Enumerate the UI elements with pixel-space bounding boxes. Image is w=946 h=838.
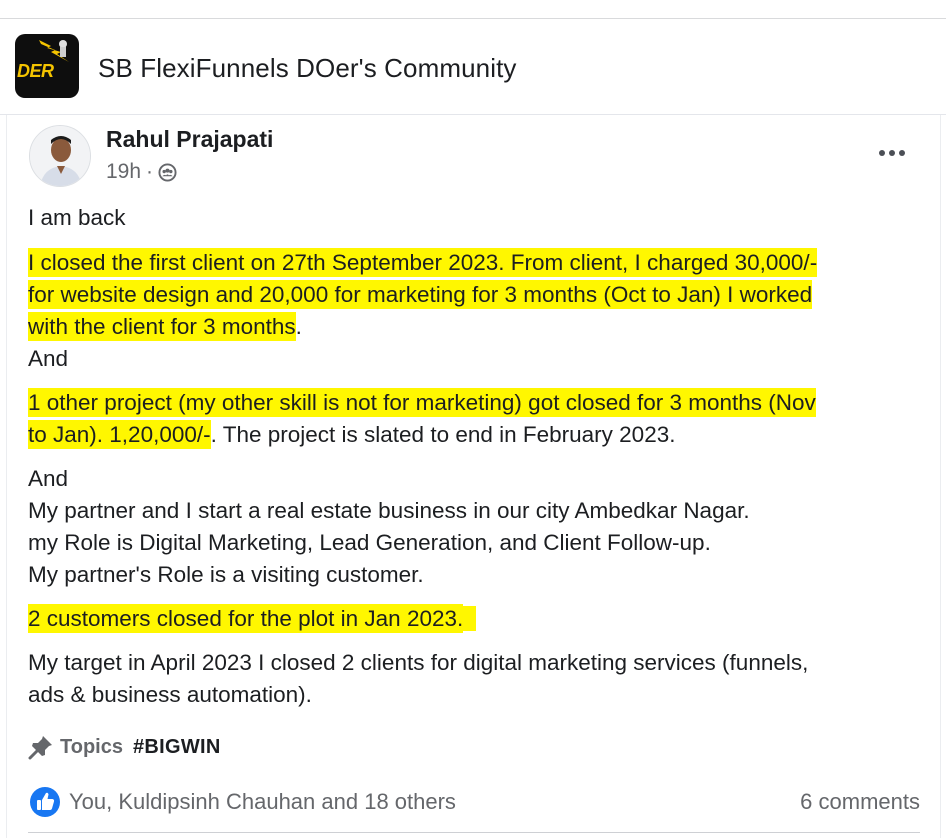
post-text-line: My target in April 2023 I closed 2 clien… [28,650,809,675]
group-name[interactable]: SB FlexiFunnels DOer's Community [98,53,517,84]
post-text-line: with the client for 3 months. [28,311,302,343]
author-avatar[interactable] [29,125,91,187]
post-text-line: 2 customers closed for the plot in Jan 2… [28,603,476,635]
comments-count[interactable]: 6 comments [800,789,920,815]
post-time[interactable]: 19h [106,160,141,184]
post-meta: 19h · [106,160,177,184]
highlighted-text: with the client for 3 months [28,312,296,341]
post-text-line: My partner and I start a real estate bus… [28,498,750,523]
highlighted-text: 2 customers closed for the plot in Jan 2… [28,604,464,633]
post-text-fragment: . The project is slated to end in Februa… [210,422,676,447]
more-dot [899,150,905,156]
topics-label: Topics [60,735,123,758]
group-header: DER SB FlexiFunnels DOer's Community [0,19,946,115]
topic-tag-link[interactable]: #BIGWIN [133,736,221,759]
post-text-line: 1 other project (my other skill is not f… [28,387,816,419]
post-text-line: And [28,466,69,491]
reactions-row[interactable]: You, Kuldipsinh Chauhan and 18 others [30,787,456,817]
group-avatar-text: DER [17,61,54,81]
topics-row: Topics #BIGWIN [28,734,221,760]
post-text-line: for website design and 20,000 for market… [28,279,813,311]
highlighted-text: 1 other project (my other skill is not f… [28,388,816,417]
meta-separator: · [146,160,154,183]
group-avatar[interactable]: DER [15,34,79,98]
author-name[interactable]: Rahul Prajapati [106,126,273,153]
post-text-line: I closed the first client on 27th Septem… [28,247,818,279]
reactions-summary[interactable]: You, Kuldipsinh Chauhan and 18 others [69,789,456,815]
post-text-line: to Jan). 1,20,000/-. The project is slat… [28,419,675,451]
header-divider [0,114,946,115]
post-text-line: I am back [28,205,126,230]
highlighted-text: to Jan). 1,20,000/- [28,420,211,449]
actions-divider [28,832,920,833]
more-options-icon[interactable] [872,140,912,166]
more-dot [879,150,885,156]
post-text-line: And [28,346,69,371]
post-text-line: ads & business automation). [28,682,312,707]
highlighted-text: I closed the first client on 27th Septem… [28,248,818,277]
post-text-line: my Role is Digital Marketing, Lead Gener… [28,530,711,555]
highlighted-text: for website design and 20,000 for market… [28,280,813,309]
post-border-left [6,115,7,838]
post-border-right [940,115,941,838]
post-text-fragment: . [295,314,302,339]
post-text-line: My partner's Role is a visiting customer… [28,562,424,587]
author-photo [30,126,90,186]
pin-icon [28,736,52,760]
group-audience-icon [158,162,177,182]
more-dot [889,150,895,156]
highlight-padding [463,606,476,631]
like-icon [30,787,60,817]
